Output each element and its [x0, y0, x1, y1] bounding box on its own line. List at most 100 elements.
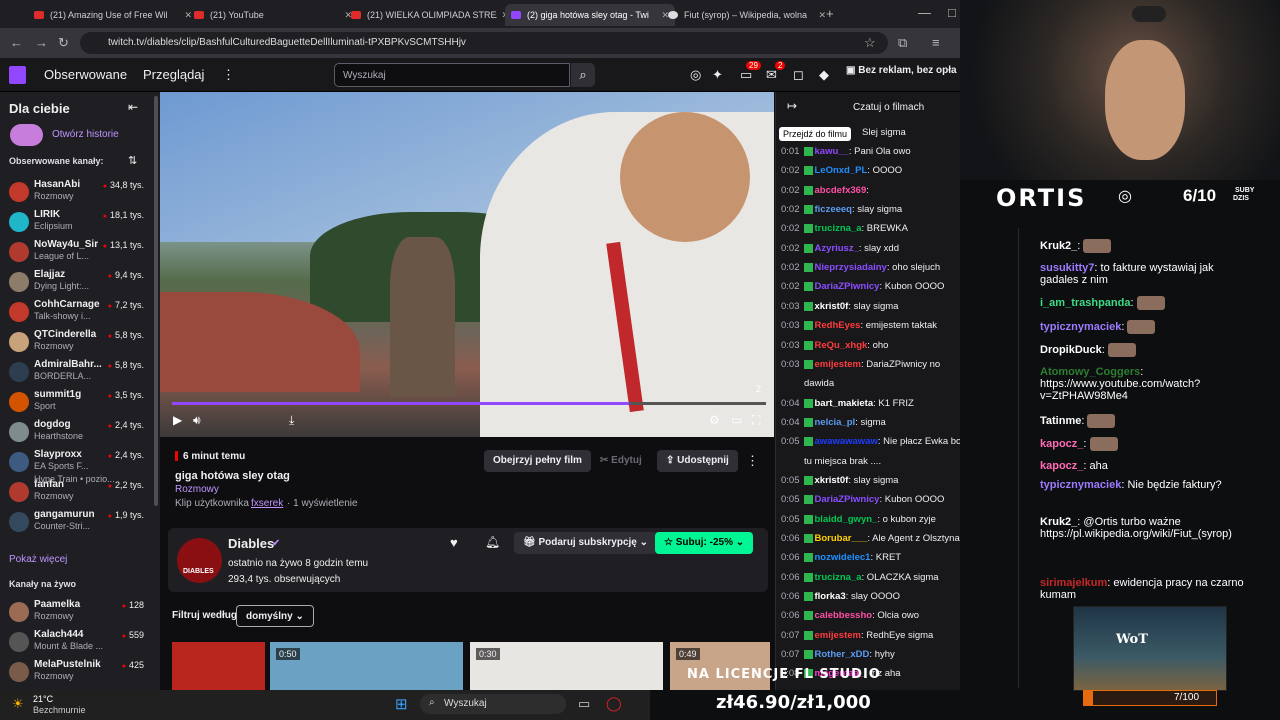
activity-icon[interactable]: ◎: [690, 67, 701, 83]
chat-timestamp[interactable]: 0:02: [781, 281, 800, 292]
gift-sub-button[interactable]: 🎁︎ Podaruj subskrypcję ⌄: [514, 532, 658, 554]
new-tab-icon[interactable]: +: [826, 6, 834, 21]
collapse-sidebar-icon[interactable]: ⇤: [128, 100, 138, 114]
task-view-icon[interactable]: ▭: [578, 696, 590, 712]
more-options-icon[interactable]: ⋮: [222, 67, 235, 83]
chat-username[interactable]: LeOnxd_PL: [815, 165, 868, 176]
chat-timestamp[interactable]: 0:04: [781, 417, 800, 428]
sidebar-channel[interactable]: ElajjazDying Light:... 9,4 tys.: [0, 268, 154, 298]
clip-thumbnail[interactable]: 0:30: [470, 642, 663, 690]
bookmark-star-icon[interactable]: ☆: [864, 35, 876, 51]
menu-icon[interactable]: ≡: [932, 35, 940, 50]
chat-timestamp[interactable]: 0:05: [781, 436, 800, 447]
chat-username[interactable]: RedhEyes: [815, 320, 861, 331]
sidebar-channel[interactable]: AdmiralBahr...BORDERLA... 5,8 tys.: [0, 358, 154, 388]
sidebar-channel[interactable]: MelaPustelnikRozmowy 425: [0, 658, 154, 688]
chat-timestamp[interactable]: 0:05: [781, 475, 800, 486]
chat-username[interactable]: DariaZPiwnicy: [815, 281, 880, 292]
chat-timestamp[interactable]: 0:02: [781, 223, 800, 234]
sidebar-scrollbar[interactable]: [154, 96, 158, 506]
chat-username[interactable]: blaidd_gwyn_: [815, 514, 878, 525]
filter-dropdown[interactable]: domyślny ⌄: [236, 605, 314, 627]
notification-bell-icon[interactable]: 🔔︎: [485, 535, 500, 549]
clip-thumbnail[interactable]: [172, 642, 265, 690]
browser-tab[interactable]: (21) YouTube ✕: [188, 4, 358, 26]
sidebar-channel[interactable]: summit1gSport 3,5 tys.: [0, 388, 154, 418]
chat-username[interactable]: Azyriusz_: [815, 243, 859, 254]
reload-icon[interactable]: ↻: [58, 35, 69, 51]
chat-username[interactable]: Rother_xDD: [815, 649, 870, 660]
forward-icon[interactable]: →: [35, 35, 48, 50]
minimize-icon[interactable]: —: [918, 5, 931, 20]
chat-username[interactable]: bart_makieta: [815, 398, 874, 409]
collapse-chat-icon[interactable]: ↦: [787, 99, 797, 113]
clip-more-icon[interactable]: ⋮: [746, 453, 759, 469]
opera-icon[interactable]: ◯: [606, 695, 622, 712]
sidebar-channel[interactable]: CohhCarnageTalk-showy i... 7,2 tys.: [0, 298, 154, 328]
subscribe-button[interactable]: ☆ Subuj: -25% ⌄: [655, 532, 754, 554]
chat-timestamp[interactable]: 0:06: [781, 552, 800, 563]
whispers-icon[interactable]: ◻: [793, 67, 804, 83]
turbo-no-ads-button[interactable]: ▣ Bez reklam, bez opła: [846, 65, 957, 76]
bits-icon[interactable]: ◆: [819, 67, 829, 83]
browser-tab[interactable]: (2) giga hotówa sley otag - Twi ✕: [505, 4, 675, 26]
chat-username[interactable]: Borubar___: [815, 533, 868, 544]
twitch-logo-icon[interactable]: [9, 66, 26, 84]
sidebar-channel[interactable]: HasanAbiRozmowy 34,8 tys.: [0, 178, 154, 208]
chat-username[interactable]: nozwidelec1: [815, 552, 871, 563]
sidebar-channel[interactable]: dogdogHearthstone 2,4 tys.: [0, 418, 154, 448]
chat-username[interactable]: emijestem: [815, 359, 861, 370]
open-stories-link[interactable]: Otwórz historie: [52, 129, 119, 140]
chat-timestamp[interactable]: 0:01: [781, 146, 800, 157]
chat-timestamp[interactable]: 0:06: [781, 610, 800, 621]
sidebar-channel[interactable]: QTCinderellaRozmowy 5,8 tys.: [0, 328, 154, 358]
chat-username[interactable]: calebbessho: [815, 610, 873, 621]
chat-timestamp[interactable]: 0:02: [781, 185, 800, 196]
back-icon[interactable]: ←: [10, 35, 23, 50]
sidebar-channel[interactable]: PaamelkaRozmowy 128: [0, 598, 154, 628]
chat-username[interactable]: nelcia_pl: [815, 417, 856, 428]
chat-timestamp[interactable]: 0:05: [781, 494, 800, 505]
chat-timestamp[interactable]: 0:06: [781, 533, 800, 544]
fullscreen-icon[interactable]: ⛶: [752, 413, 760, 428]
chat-username[interactable]: kawu__: [815, 146, 849, 157]
chat-username[interactable]: xkrist0f: [815, 475, 849, 486]
chat-username[interactable]: trucizna_a: [815, 223, 862, 234]
chat-username[interactable]: trucizna_a: [815, 572, 862, 583]
video-player[interactable]: [160, 92, 774, 437]
volume-icon[interactable]: 🔊︎: [193, 413, 201, 428]
watch-full-video-button[interactable]: Obejrzyj pełny film: [484, 450, 591, 472]
chat-username[interactable]: Nieprzysiadainy: [815, 262, 887, 273]
chat-username[interactable]: ReQu_xhgk: [815, 340, 868, 351]
play-icon[interactable]: ▶: [173, 413, 182, 427]
clipper-link[interactable]: fxserek: [251, 498, 283, 509]
channel-avatar[interactable]: DIABLES: [177, 538, 222, 583]
download-icon[interactable]: ⤓: [289, 413, 294, 428]
chat-timestamp[interactable]: 0:02: [781, 243, 800, 254]
chat-timestamp[interactable]: 0:05: [781, 514, 800, 525]
inbox-icon[interactable]: ✉: [766, 67, 777, 83]
clip-thumbnail[interactable]: 0:49: [670, 642, 770, 690]
browser-tab[interactable]: (21) Amazing Use of Free Wil ✕: [28, 4, 198, 26]
chat-timestamp[interactable]: 0:06: [781, 591, 800, 602]
close-tab-icon[interactable]: ✕: [818, 10, 826, 21]
chat-timestamp[interactable]: 0:02: [781, 204, 800, 215]
chat-timestamp[interactable]: 0:03: [781, 340, 800, 351]
sidebar-channel[interactable]: LIRIKEclipsium 18,1 tys.: [0, 208, 154, 238]
chat-timestamp[interactable]: 0:07: [781, 630, 800, 641]
chat-username[interactable]: DariaZPiwnicy: [815, 494, 880, 505]
theatre-mode-icon[interactable]: ▭: [731, 413, 742, 427]
edit-button[interactable]: ✂ Edytuj: [591, 450, 651, 472]
chat-timestamp[interactable]: 0:02: [781, 165, 800, 176]
browser-tab[interactable]: Fiut (syrop) – Wikipedia, wolna ✕: [662, 4, 832, 26]
url-field[interactable]: twitch.tv/diables/clip/BashfulCulturedBa…: [80, 32, 888, 54]
chat-timestamp[interactable]: 0:02: [781, 262, 800, 273]
clip-thumbnail[interactable]: 0:50: [270, 642, 463, 690]
chat-username[interactable]: xkrist0f: [815, 301, 849, 312]
drops-icon[interactable]: ✦: [712, 67, 723, 83]
chat-username[interactable]: emijestem: [815, 630, 861, 641]
clip-category-link[interactable]: Rozmowy: [175, 484, 219, 495]
chat-timestamp[interactable]: 0:03: [781, 320, 800, 331]
show-more-link[interactable]: Pokaż więcej: [9, 554, 67, 565]
chat-username[interactable]: awawawawaw: [815, 436, 878, 447]
